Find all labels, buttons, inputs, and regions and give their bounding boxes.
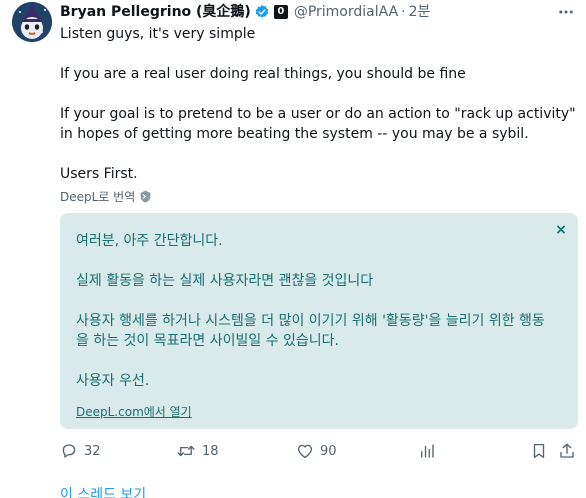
- analytics-icon: [418, 442, 436, 460]
- avatar[interactable]: [12, 2, 52, 42]
- show-thread-link[interactable]: 이 스레드 보기: [60, 484, 146, 498]
- translate-button[interactable]: DeepL로 번역: [60, 187, 152, 205]
- like-button[interactable]: 90: [296, 441, 337, 461]
- tweet-paragraph: If your goal is to pretend to be a user …: [60, 106, 576, 142]
- verified-badge-icon: [254, 4, 270, 20]
- shield-icon: [139, 190, 152, 203]
- tweet[interactable]: Bryan Pellegrino (臭企鵝) 0 @PrimordialAA ·…: [0, 0, 586, 498]
- translation-paragraph: 여러분, 아주 간단합니다.: [76, 233, 223, 249]
- handle[interactable]: @PrimordialAA: [294, 2, 398, 22]
- translation-panel: × 여러분, 아주 간단합니다. 실제 활동을 하는 실제 사용자라면 괜찮을 …: [60, 213, 578, 429]
- share-button[interactable]: [558, 441, 576, 461]
- like-count: 90: [320, 443, 337, 459]
- translation-text: 여러분, 아주 간단합니다. 실제 활동을 하는 실제 사용자라면 괜찮을 것입…: [76, 231, 546, 391]
- reply-button[interactable]: 32: [60, 441, 101, 461]
- separator-dot: ·: [401, 4, 406, 20]
- retweet-count: 18: [202, 443, 219, 459]
- translation-paragraph: 사용자 행세를 하거나 시스템을 더 많이 이기기 위해 '활동량'을 늘리기 …: [76, 313, 545, 349]
- retweet-icon: [176, 442, 196, 460]
- close-icon[interactable]: ×: [552, 221, 570, 239]
- tweet-paragraph: If you are a real user doing real things…: [60, 66, 466, 82]
- affiliate-badge[interactable]: 0: [273, 5, 288, 19]
- tweet-paragraph: Listen guys, it's very simple: [60, 26, 256, 42]
- tweet-body: Listen guys, it's very simple If you are…: [60, 24, 576, 184]
- action-bar: 32 18 90: [60, 441, 578, 461]
- heart-icon: [296, 442, 314, 460]
- avatar-image-icon: [12, 2, 52, 42]
- timestamp[interactable]: 2분: [409, 2, 431, 22]
- reply-count: 32: [84, 443, 101, 459]
- more-horizontal-icon[interactable]: [556, 2, 576, 22]
- share-icon: [558, 442, 576, 460]
- tweet-paragraph: Users First.: [60, 166, 138, 182]
- translation-paragraph: 실제 활동을 하는 실제 사용자라면 괜찮을 것입니다: [76, 273, 374, 289]
- bookmark-icon: [530, 442, 548, 460]
- tweet-header: Bryan Pellegrino (臭企鵝) 0 @PrimordialAA ·…: [60, 2, 576, 22]
- reply-icon: [60, 442, 78, 460]
- bookmark-button[interactable]: [530, 441, 548, 461]
- translate-label: DeepL로 번역: [60, 189, 136, 204]
- views-button[interactable]: [418, 441, 436, 461]
- translation-paragraph: 사용자 우선.: [76, 373, 150, 389]
- deepl-source-link[interactable]: DeepL.com에서 열기: [76, 403, 192, 420]
- retweet-button[interactable]: 18: [176, 441, 219, 461]
- display-name[interactable]: Bryan Pellegrino (臭企鵝): [60, 2, 251, 22]
